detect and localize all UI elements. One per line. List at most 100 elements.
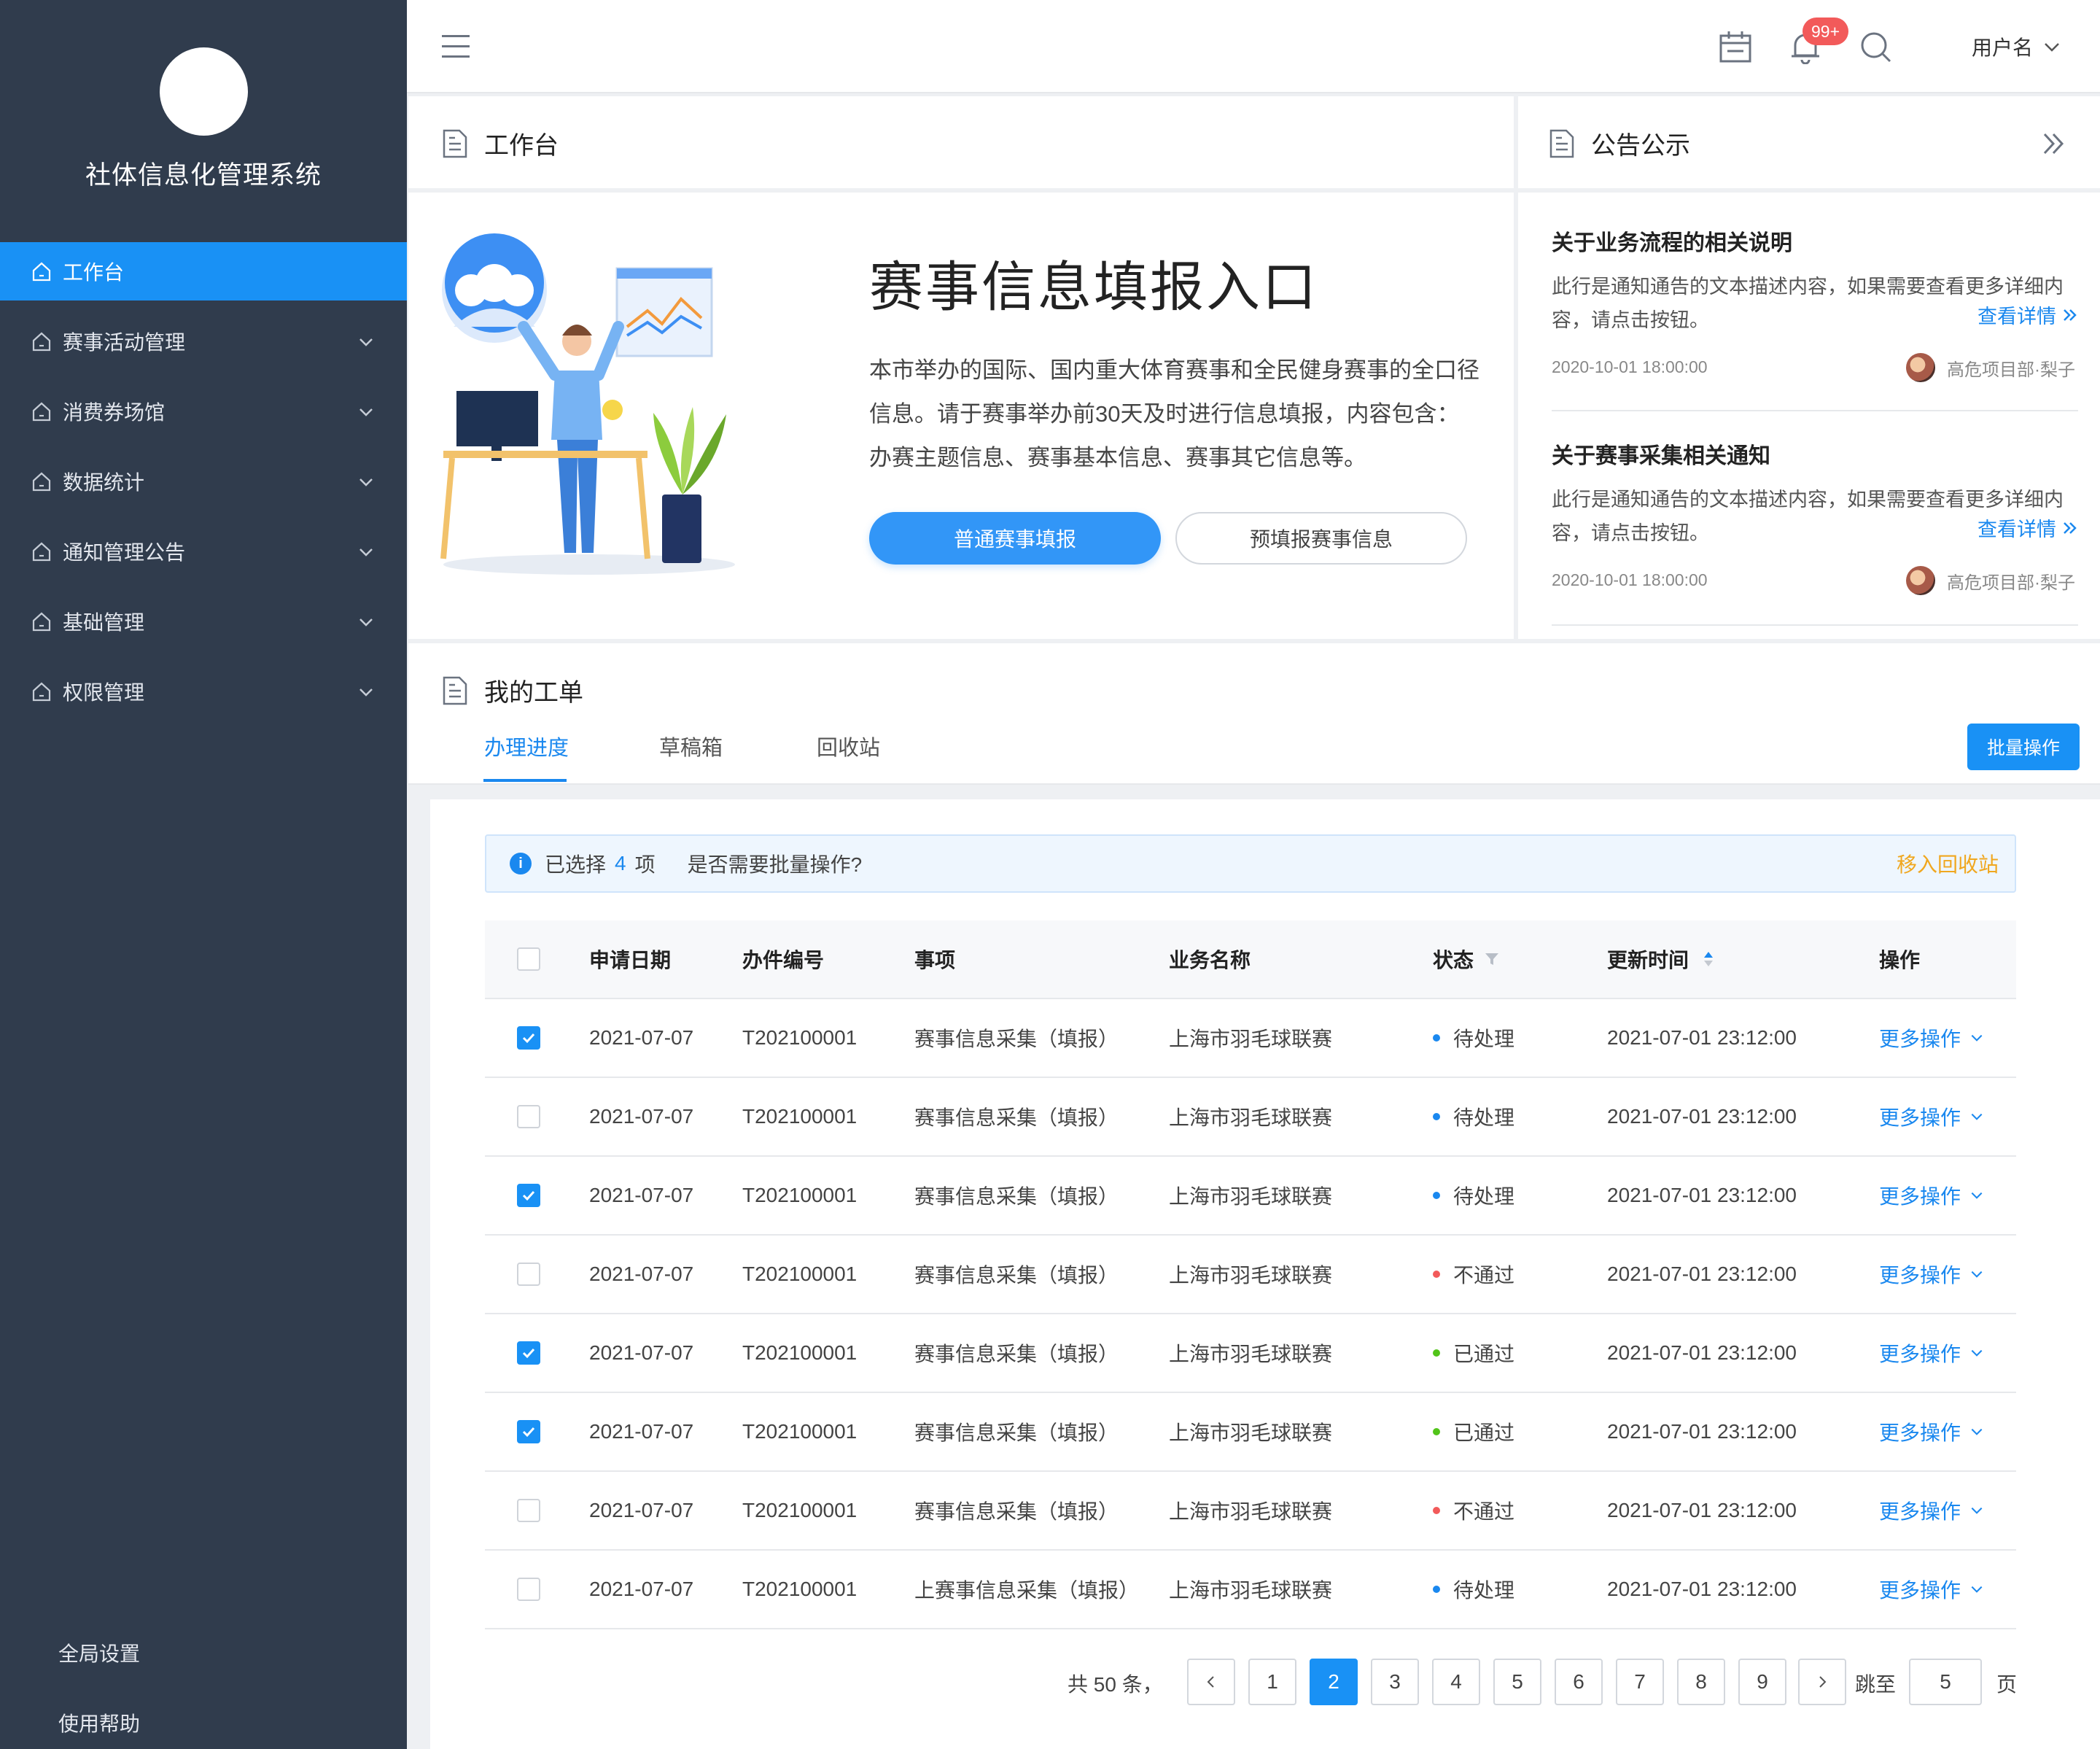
- global-settings-link[interactable]: 全局设置: [58, 1638, 140, 1667]
- sidebar-item-label: 通知管理公告: [63, 541, 186, 564]
- notice-item: 关于业务流程的相关说明 此行是通知通告的文本描述内容，如果需要查看更多详细内容，请…: [1552, 225, 2078, 413]
- pagination-page[interactable]: 9: [1738, 1659, 1786, 1705]
- avatar: [1906, 353, 1935, 382]
- chevron-down-icon: [2045, 43, 2059, 52]
- sidebar-item[interactable]: 工作台: [0, 242, 407, 300]
- row-checkbox[interactable]: [517, 1105, 540, 1128]
- hero-title: 赛事信息填报入口: [869, 257, 1318, 317]
- jump-page-input[interactable]: [1909, 1659, 1982, 1705]
- row-checkbox[interactable]: [517, 1499, 540, 1522]
- pagination-page[interactable]: 1: [1248, 1659, 1296, 1705]
- view-details-link[interactable]: 查看详情: [1978, 513, 2078, 542]
- more-operations-label: 更多操作: [1879, 1028, 1961, 1050]
- more-operations-dropdown[interactable]: 更多操作: [1879, 1393, 1984, 1470]
- expand-chevron: [357, 333, 375, 350]
- home-icon: [32, 612, 51, 632]
- sidebar-item-label: 赛事活动管理: [63, 331, 186, 354]
- pagination-page[interactable]: 8: [1677, 1659, 1725, 1705]
- status-label: 待处理: [1453, 1106, 1515, 1129]
- sidebar-item-label: 工作台: [63, 261, 125, 284]
- move-to-recycle-link[interactable]: 移入回收站: [1897, 849, 1999, 878]
- pagination-page[interactable]: 4: [1432, 1659, 1480, 1705]
- chevron-down-icon: [1971, 1349, 1983, 1357]
- search-icon[interactable]: [1858, 29, 1893, 64]
- home-icon: [32, 262, 51, 282]
- pagination-page[interactable]: 7: [1616, 1659, 1664, 1705]
- row-checkbox[interactable]: [517, 1420, 540, 1443]
- row-checkbox[interactable]: [517, 1026, 540, 1050]
- status-dot: [1433, 1271, 1440, 1278]
- tab-progress[interactable]: 办理进度: [484, 731, 569, 761]
- table-row: 2021-07-07 T202100001 上赛事信息采集（填报） 上海市羽毛球联赛 待…: [485, 1551, 2016, 1629]
- more-operations-dropdown[interactable]: 更多操作: [1879, 1078, 1984, 1155]
- cell-date: 2021-07-07: [589, 1184, 694, 1206]
- pagination-page[interactable]: 6: [1555, 1659, 1603, 1705]
- username: 用户名: [1972, 36, 2034, 59]
- row-checkbox[interactable]: [517, 1578, 540, 1601]
- pagination-page[interactable]: 5: [1493, 1659, 1541, 1705]
- cell-date: 2021-07-07: [589, 1263, 694, 1285]
- row-checkbox[interactable]: [517, 1263, 540, 1286]
- home-icon: [32, 542, 51, 562]
- cell-date: 2021-07-07: [589, 1026, 694, 1049]
- expand-chevron: [357, 613, 375, 630]
- sidebar-item[interactable]: 基础管理: [0, 592, 407, 651]
- table-row: 2021-07-07 T202100001 赛事信息采集（填报） 上海市羽毛球联赛 待处…: [485, 1157, 2016, 1236]
- sidebar-item[interactable]: 数据统计: [0, 452, 407, 511]
- alert-suffix: 项: [634, 853, 656, 876]
- prefill-event-info-button[interactable]: 预填报赛事信息: [1175, 512, 1467, 565]
- more-operations-dropdown[interactable]: 更多操作: [1879, 999, 1984, 1077]
- view-details-link[interactable]: 查看详情: [1978, 300, 2078, 329]
- status-dot: [1433, 1034, 1440, 1042]
- cell-item: 上赛事信息采集（填报）: [914, 1579, 1140, 1602]
- help-link[interactable]: 使用帮助: [58, 1708, 140, 1737]
- notice-item-title[interactable]: 关于业务流程的相关说明: [1552, 225, 2078, 257]
- notice-item-title[interactable]: 关于赛事采集相关通知: [1552, 438, 2078, 470]
- calendar-icon[interactable]: [1718, 29, 1753, 64]
- batch-operation-button[interactable]: 批量操作: [1967, 724, 2080, 770]
- sidebar-item[interactable]: 赛事活动管理: [0, 312, 407, 371]
- cell-updated: 2021-07-01 23:12:00: [1607, 1341, 1797, 1364]
- pagination-page[interactable]: 2: [1310, 1659, 1358, 1705]
- filter-icon[interactable]: [1484, 951, 1500, 967]
- more-operations-label: 更多操作: [1879, 1343, 1961, 1365]
- row-checkbox[interactable]: [517, 1184, 540, 1207]
- sidebar-item-label: 数据统计: [63, 471, 145, 494]
- more-operations-dropdown[interactable]: 更多操作: [1879, 1236, 1984, 1313]
- cell-updated: 2021-07-01 23:12:00: [1607, 1578, 1797, 1600]
- column-header-date: 申请日期: [589, 949, 672, 972]
- status-label: 待处理: [1453, 1579, 1515, 1602]
- menu-icon[interactable]: [442, 34, 471, 60]
- pagination-next[interactable]: [1798, 1659, 1846, 1705]
- regular-event-fill-button[interactable]: 普通赛事填报: [869, 512, 1161, 565]
- cell-business: 上海市羽毛球联赛: [1169, 1500, 1333, 1523]
- more-operations-dropdown[interactable]: 更多操作: [1879, 1157, 1984, 1234]
- home-icon: [32, 682, 51, 702]
- tab-recycle-bin[interactable]: 回收站: [817, 731, 880, 761]
- orders-table: 申请日期 办件编号 事项 业务名称 状态 更新时间 操作 2021-07-07 T…: [485, 920, 2016, 1629]
- cell-date: 2021-07-07: [589, 1420, 694, 1443]
- sidebar-item[interactable]: 通知管理公告: [0, 522, 407, 581]
- select-all-checkbox[interactable]: [517, 947, 540, 971]
- sidebar-item[interactable]: 消费券场馆: [0, 382, 407, 441]
- double-chevron-right-icon[interactable]: [2042, 131, 2066, 156]
- column-header-business: 业务名称: [1169, 949, 1251, 972]
- pagination-page[interactable]: 3: [1371, 1659, 1419, 1705]
- more-operations-dropdown[interactable]: 更多操作: [1879, 1551, 1984, 1628]
- cell-item: 赛事信息采集（填报）: [914, 1185, 1119, 1208]
- row-checkbox[interactable]: [517, 1341, 540, 1365]
- expand-chevron: [357, 403, 375, 420]
- home-icon: [32, 332, 51, 352]
- tab-drafts[interactable]: 草稿箱: [659, 731, 723, 761]
- chevron-down-icon: [359, 408, 373, 416]
- sort-icon[interactable]: [1702, 950, 1715, 969]
- pagination-prev[interactable]: [1187, 1659, 1235, 1705]
- more-operations-dropdown[interactable]: 更多操作: [1879, 1472, 1984, 1549]
- table-row: 2021-07-07 T202100001 赛事信息采集（填报） 上海市羽毛球联赛 已通…: [485, 1393, 2016, 1472]
- author-name: 高危项目部·梨子: [1947, 360, 2075, 380]
- sidebar-item[interactable]: 权限管理: [0, 662, 407, 721]
- selected-count: 4: [615, 852, 626, 874]
- more-operations-dropdown[interactable]: 更多操作: [1879, 1314, 1984, 1392]
- user-menu[interactable]: 用户名: [1972, 32, 2061, 61]
- chevron-down-icon: [359, 478, 373, 486]
